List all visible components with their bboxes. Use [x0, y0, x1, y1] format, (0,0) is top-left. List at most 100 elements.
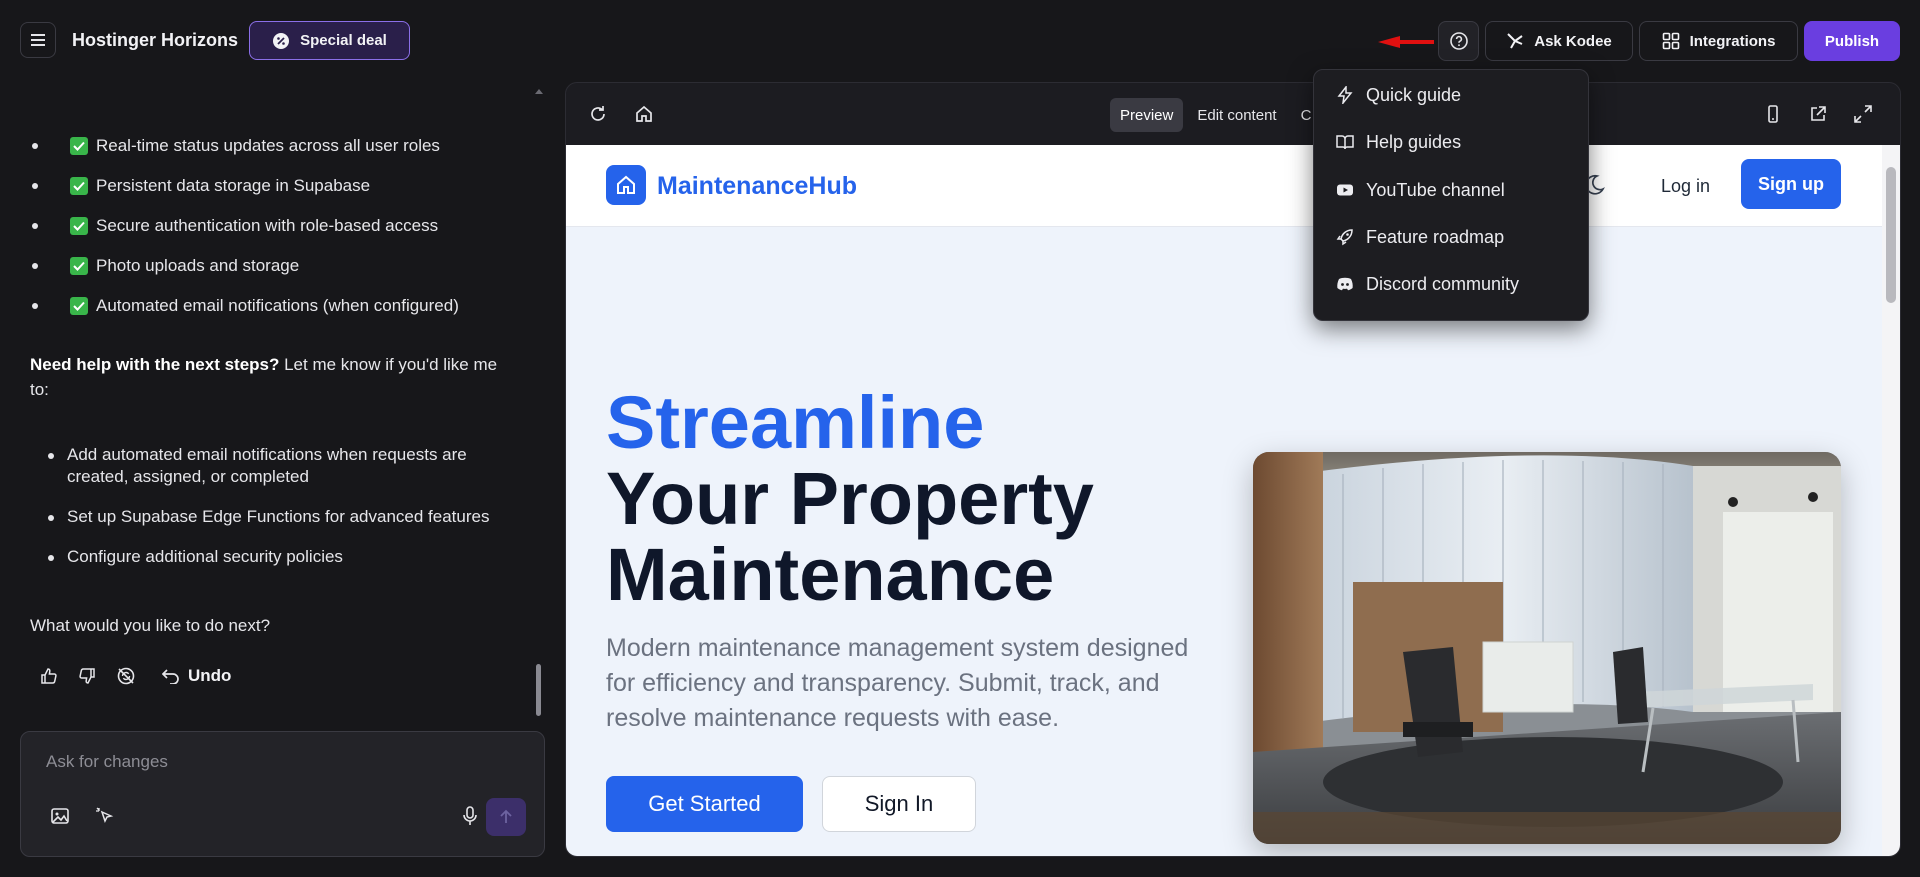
discord-icon	[1337, 277, 1353, 291]
thumbs-down-icon[interactable]	[78, 667, 96, 685]
list-item: Persistent data storage in Supabase	[32, 166, 459, 206]
house-logo-icon	[617, 175, 635, 194]
menu-item-discord-community[interactable]: Discord community	[1336, 270, 1519, 298]
site-brand-name[interactable]: MaintenanceHub	[657, 172, 857, 201]
sign-in-button[interactable]: Sign In	[822, 776, 976, 832]
tab-preview[interactable]: Preview	[1110, 98, 1184, 132]
red-arrow-annotation-icon	[1378, 36, 1434, 48]
menu-item-youtube-channel[interactable]: YouTube channel	[1336, 176, 1505, 204]
thumbs-up-icon[interactable]	[40, 667, 58, 685]
feedback-bar: Undo	[40, 666, 231, 686]
list-item: Add automated email notifications when r…	[48, 444, 518, 488]
undo-button[interactable]: Undo	[162, 666, 231, 686]
special-deal-label: Special deal	[300, 32, 387, 49]
list-item: Set up Supabase Edge Functions for advan…	[48, 506, 518, 528]
list-item: Automated email notifications (when conf…	[32, 286, 459, 326]
send-button[interactable]	[486, 798, 526, 836]
check-mark-icon	[70, 137, 88, 155]
site-login-link[interactable]: Log in	[1661, 176, 1710, 197]
menu-item-label: Help guides	[1366, 131, 1462, 152]
feature-text: Secure authentication with role-based ac…	[96, 216, 439, 235]
site-preview: MaintenanceHub Log in Sign up Streamline…	[566, 145, 1882, 856]
hero-line-1: Streamline	[606, 381, 985, 464]
chat-scroll-thumb[interactable]	[536, 664, 541, 716]
list-item: Photo uploads and storage	[32, 246, 459, 286]
preview-frame: Preview Edit content C MaintenanceHub Lo…	[565, 82, 1901, 857]
integrations-label: Integrations	[1689, 32, 1776, 50]
check-mark-icon	[70, 297, 88, 315]
menu-item-label: Quick guide	[1366, 84, 1462, 105]
feature-text: Photo uploads and storage	[96, 256, 300, 275]
site-signup-button[interactable]: Sign up	[1741, 159, 1841, 209]
rocket-icon	[1336, 229, 1353, 246]
follow-up-question: What would you like to do next?	[30, 616, 271, 635]
ask-kodee-label: Ask Kodee	[1534, 32, 1612, 50]
open-book-icon	[1336, 135, 1354, 150]
help-button[interactable]	[1438, 21, 1479, 61]
chat-input-box	[20, 731, 545, 857]
microphone-icon[interactable]	[461, 806, 479, 826]
open-external-icon[interactable]	[1808, 104, 1828, 124]
menu-item-label: YouTube channel	[1366, 179, 1505, 200]
undo-arrow-icon	[162, 669, 179, 684]
help-bold-text: Need help with the next steps?	[30, 355, 280, 374]
hero-subtitle: Modern maintenance management system des…	[606, 634, 1189, 732]
menu-item-label: Discord community	[1366, 273, 1520, 294]
top-bar: Hostinger Horizons Special deal Ask Kode…	[0, 0, 1920, 80]
hero-headline: Streamline Your Property Maintenance	[606, 385, 1094, 613]
kodee-sparkle-icon	[1507, 33, 1523, 49]
preview-toolbar: Preview Edit content C	[566, 83, 1900, 145]
check-mark-icon	[70, 177, 88, 195]
image-upload-icon[interactable]	[50, 806, 70, 826]
check-mark-icon	[70, 217, 88, 235]
office-hero-image	[1253, 452, 1841, 844]
reload-icon[interactable]	[588, 104, 608, 124]
integrations-button[interactable]: Integrations	[1639, 21, 1798, 61]
menu-item-label: Feature roadmap	[1366, 226, 1505, 247]
home-icon[interactable]	[634, 104, 654, 124]
scroll-up-arrow-icon[interactable]	[533, 86, 545, 96]
arrow-up-icon	[500, 809, 512, 823]
chat-scrollbar[interactable]	[533, 86, 545, 726]
menu-item-help-guides[interactable]: Help guides	[1336, 128, 1461, 156]
hero-line-3: Maintenance	[606, 533, 1055, 616]
site-scroll-thumb[interactable]	[1886, 167, 1896, 303]
site-header: MaintenanceHub Log in Sign up	[566, 145, 1882, 227]
check-mark-icon	[70, 257, 88, 275]
discount-badge-icon	[273, 32, 290, 49]
menu-item-quick-guide[interactable]: Quick guide	[1336, 81, 1461, 109]
next-steps-list: Add automated email notifications when r…	[48, 444, 518, 586]
select-element-icon[interactable]	[95, 806, 115, 826]
integrations-grid-icon	[1662, 32, 1679, 50]
restore-disabled-icon[interactable]	[116, 666, 136, 686]
view-mode-tabs: Preview Edit content C	[1110, 98, 1321, 132]
menu-item-feature-roadmap[interactable]: Feature roadmap	[1336, 223, 1504, 251]
feature-checklist: Real-time status updates across all user…	[32, 126, 459, 326]
feature-text: Persistent data storage in Supabase	[96, 176, 371, 195]
hero-line-2: Your Property	[606, 457, 1094, 540]
mobile-view-icon[interactable]	[1763, 104, 1783, 124]
site-logo[interactable]	[606, 165, 646, 205]
tab-edit-content[interactable]: Edit content	[1187, 98, 1286, 132]
ask-changes-input[interactable]	[46, 752, 506, 772]
ask-kodee-button[interactable]: Ask Kodee	[1485, 21, 1633, 61]
list-item: Secure authentication with role-based ac…	[32, 206, 459, 246]
app-title: Hostinger Horizons	[72, 30, 239, 50]
hamburger-icon	[31, 34, 45, 46]
question-circle-icon	[1449, 32, 1468, 50]
special-deal-button[interactable]: Special deal	[249, 21, 410, 60]
get-started-button[interactable]: Get Started	[606, 776, 803, 832]
publish-button[interactable]: Publish	[1804, 21, 1900, 61]
fullscreen-icon[interactable]	[1853, 104, 1873, 124]
chat-panel: Real-time status updates across all user…	[0, 80, 540, 720]
feature-text: Automated email notifications (when conf…	[96, 296, 459, 315]
youtube-icon	[1337, 184, 1353, 196]
lightning-bolt-icon	[1337, 86, 1353, 104]
list-item: Real-time status updates across all user…	[32, 126, 459, 166]
help-dropdown-menu: Quick guide Help guides YouTube channel …	[1313, 69, 1589, 321]
feature-text: Real-time status updates across all user…	[96, 136, 440, 155]
list-item: Configure additional security policies	[48, 546, 518, 568]
undo-label: Undo	[188, 666, 232, 685]
help-paragraph: Need help with the next steps? Let me kn…	[30, 352, 510, 402]
hamburger-menu-button[interactable]	[20, 22, 56, 58]
